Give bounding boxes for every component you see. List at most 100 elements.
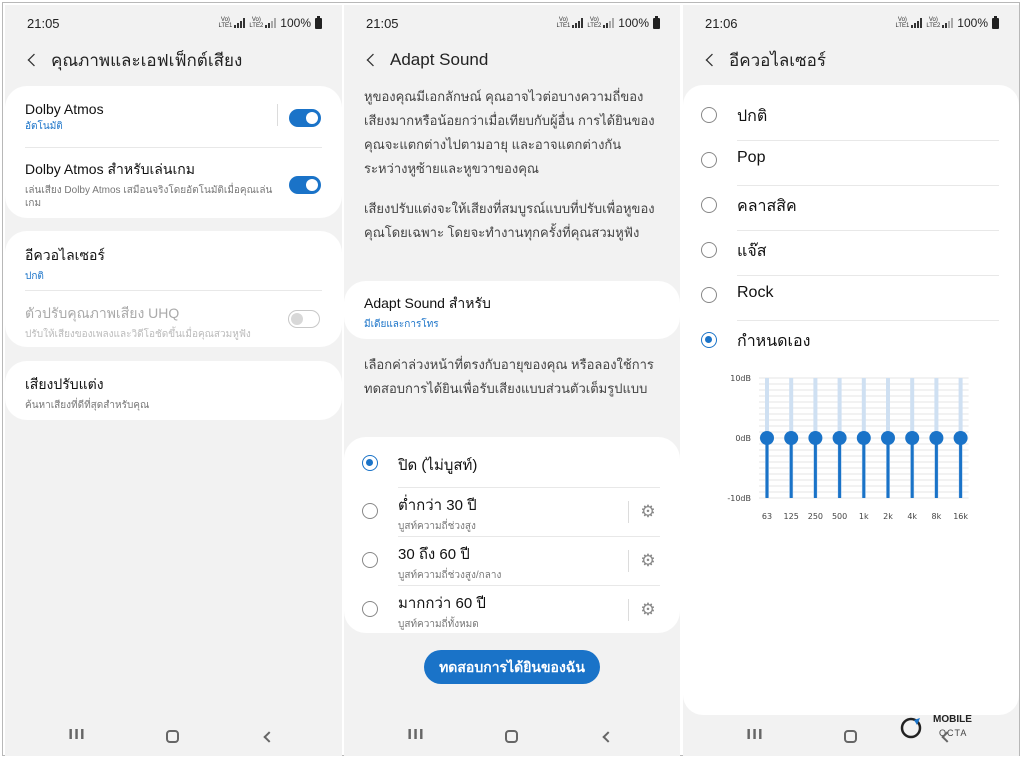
band-knob[interactable]: [856, 431, 871, 445]
signal-icon: [572, 18, 584, 28]
sound-quality-panel: 21:05 Vo) LTE1 Vo) LTE2 100% คุณภาพและเอฟเ…: [5, 5, 342, 756]
radio-over-60[interactable]: [362, 601, 378, 617]
option-off[interactable]: ปิด (ไม่บูสท์): [398, 453, 660, 477]
dolby-game-toggle[interactable]: [289, 176, 321, 194]
frequency-label: 250: [808, 512, 823, 521]
band-knob[interactable]: [881, 431, 895, 445]
divider: [398, 585, 660, 586]
option-30-60-sub: บูสท์ความถี่ช่วงสูง/กลาง: [398, 570, 502, 581]
back-arrow-icon[interactable]: [27, 53, 41, 67]
page-title: อีควอไลเซอร์: [729, 50, 826, 70]
band-knob[interactable]: [784, 431, 799, 445]
gear-divider: [628, 550, 629, 572]
dolby-game-row[interactable]: Dolby Atmos สำหรับเล่นเกม เล่นเสียง Dolb…: [25, 159, 282, 210]
y-tick-label: -10dB: [727, 494, 751, 503]
signal-icon: [265, 18, 277, 28]
adapt-for-subtitle: มีเดียและการโทร: [364, 319, 439, 330]
dolby-game-subtitle: เล่นเสียง Dolby Atmos เสมือนจริงโดยอัตโน…: [25, 185, 273, 209]
equalizer-row[interactable]: อีควอไลเซอร์ ปกติ: [25, 245, 322, 283]
frequency-label: 4k: [907, 512, 917, 521]
band-knob[interactable]: [760, 431, 774, 445]
equalizer-subtitle: ปกติ: [25, 271, 44, 282]
uhq-title: ตัวปรับคุณภาพเสียง UHQ: [25, 305, 180, 321]
age-preset-card: ปิด (ไม่บูสท์) ต่ำกว่า 30 ปี บูสท์ความถี…: [344, 437, 680, 633]
frequency-label: 16k: [953, 512, 968, 521]
gear-icon[interactable]: ⚙: [639, 601, 657, 619]
battery-icon: [992, 15, 999, 29]
divider: [398, 487, 660, 488]
battery-icon: [653, 15, 660, 29]
divider: [25, 147, 322, 148]
option-under-30-sub: บูสท์ความถี่ช่วงสูง: [398, 521, 476, 532]
adapt-for-row[interactable]: Adapt Sound สำหรับ มีเดียและการโทร: [364, 293, 660, 331]
dolby-card: Dolby Atmos อัตโนมัติ Dolby Atmos สำหรับ…: [5, 86, 342, 218]
status-bar: 21:05 Vo) LTE1 Vo) LTE2 100%: [344, 15, 680, 32]
sim1-label: Vo) LTE1: [556, 17, 571, 29]
frequency-label: 1k: [859, 512, 869, 521]
band-knob[interactable]: [905, 431, 920, 445]
sim2-label: Vo) LTE2: [587, 17, 602, 29]
band-knob[interactable]: [953, 431, 968, 445]
adapt-sound-panel: 21:05 Vo) LTE1 Vo) LTE2 100% Adapt Sound ห…: [344, 5, 680, 756]
divider: [398, 536, 660, 537]
frequency-label: 125: [784, 512, 799, 521]
sim1-label: Vo) LTE1: [218, 17, 233, 29]
band-knob[interactable]: [808, 431, 823, 445]
equalizer-chart[interactable]: 10dB 0dB -10dB 63 125 250 500 1k 2k 4k 8k 16k: [683, 85, 1019, 545]
status-time: 21:05: [27, 16, 60, 31]
home-icon[interactable]: [160, 724, 184, 748]
battery-percent: 100%: [280, 16, 311, 30]
back-arrow-icon[interactable]: [366, 53, 380, 67]
home-icon[interactable]: [838, 724, 862, 748]
band-knob[interactable]: [929, 431, 944, 445]
adapt-sound-title: เสียงปรับแต่ง: [25, 376, 104, 392]
toggle-divider: [277, 104, 278, 126]
page-header: อีควอไลเซอร์: [683, 45, 1019, 75]
gear-icon[interactable]: ⚙: [639, 503, 657, 521]
equalizer-title: อีควอไลเซอร์: [25, 247, 105, 263]
equalizer-card: ปกติ Pop คลาสสิค แจ๊ส Rock กำหนดเอง 10dB 0dB -1…: [683, 85, 1019, 715]
uhq-row: ตัวปรับคุณภาพเสียง UHQ ปรับให้เสียงของเพ…: [25, 303, 292, 341]
y-tick-label: 0dB: [735, 434, 751, 443]
signal-icon: [234, 18, 246, 28]
frequency-label: 2k: [883, 512, 893, 521]
battery-icon: [315, 15, 322, 29]
gear-icon[interactable]: ⚙: [639, 552, 657, 570]
frequency-label: 500: [832, 512, 847, 521]
frequency-label: 63: [762, 512, 772, 521]
back-arrow-icon[interactable]: [705, 53, 719, 67]
status-bar: 21:05 Vo) LTE1 Vo) LTE2 100%: [5, 15, 342, 32]
back-icon[interactable]: [594, 724, 618, 748]
gear-divider: [628, 501, 629, 523]
option-over-60[interactable]: มากกว่า 60 ปี บูสท์ความถี่ทั้งหมด: [398, 591, 660, 631]
dolby-atmos-toggle[interactable]: [289, 109, 321, 127]
nav-bar: III: [344, 724, 680, 748]
hearing-test-button[interactable]: ทดสอบการได้ยินของฉัน: [424, 650, 600, 684]
status-icons: Vo) LTE1 Vo) LTE2 100%: [556, 15, 660, 30]
option-under-30[interactable]: ต่ำกว่า 30 ปี บูสท์ความถี่ช่วงสูง: [398, 493, 660, 533]
sim2-label: Vo) LTE2: [249, 17, 264, 29]
band-knob[interactable]: [832, 431, 847, 445]
status-icons: Vo) LTE1 Vo) LTE2 100%: [895, 15, 999, 30]
radio-30-60[interactable]: [362, 552, 378, 568]
recent-apps-icon[interactable]: III: [743, 724, 767, 748]
option-over-60-sub: บูสท์ความถี่ทั้งหมด: [398, 619, 479, 630]
page-title: Adapt Sound: [390, 50, 489, 69]
battery-percent: 100%: [618, 16, 649, 30]
back-icon[interactable]: [933, 724, 957, 748]
recent-apps-icon[interactable]: III: [65, 724, 89, 748]
frequency-label: 8k: [932, 512, 942, 521]
signal-icon: [911, 18, 923, 28]
radio-off[interactable]: [362, 455, 378, 471]
option-off-label: ปิด (ไม่บูสท์): [398, 457, 478, 474]
home-icon[interactable]: [499, 724, 523, 748]
option-over-60-label: มากกว่า 60 ปี: [398, 595, 486, 612]
option-30-60[interactable]: 30 ถึง 60 ปี บูสท์ความถี่ช่วงสูง/กลาง: [398, 542, 660, 582]
radio-under-30[interactable]: [362, 503, 378, 519]
back-icon[interactable]: [255, 724, 279, 748]
nav-bar: III: [683, 724, 1019, 748]
uhq-toggle: [288, 310, 320, 328]
recent-apps-icon[interactable]: III: [404, 724, 428, 748]
preset-paragraph: เลือกค่าล่วงหน้าที่ตรงกับอายุของคุณ หรือ…: [364, 357, 654, 396]
adapt-sound-row[interactable]: เสียงปรับแต่ง ค้นหาเสียงที่ดีที่สุดสำหรั…: [25, 374, 322, 412]
